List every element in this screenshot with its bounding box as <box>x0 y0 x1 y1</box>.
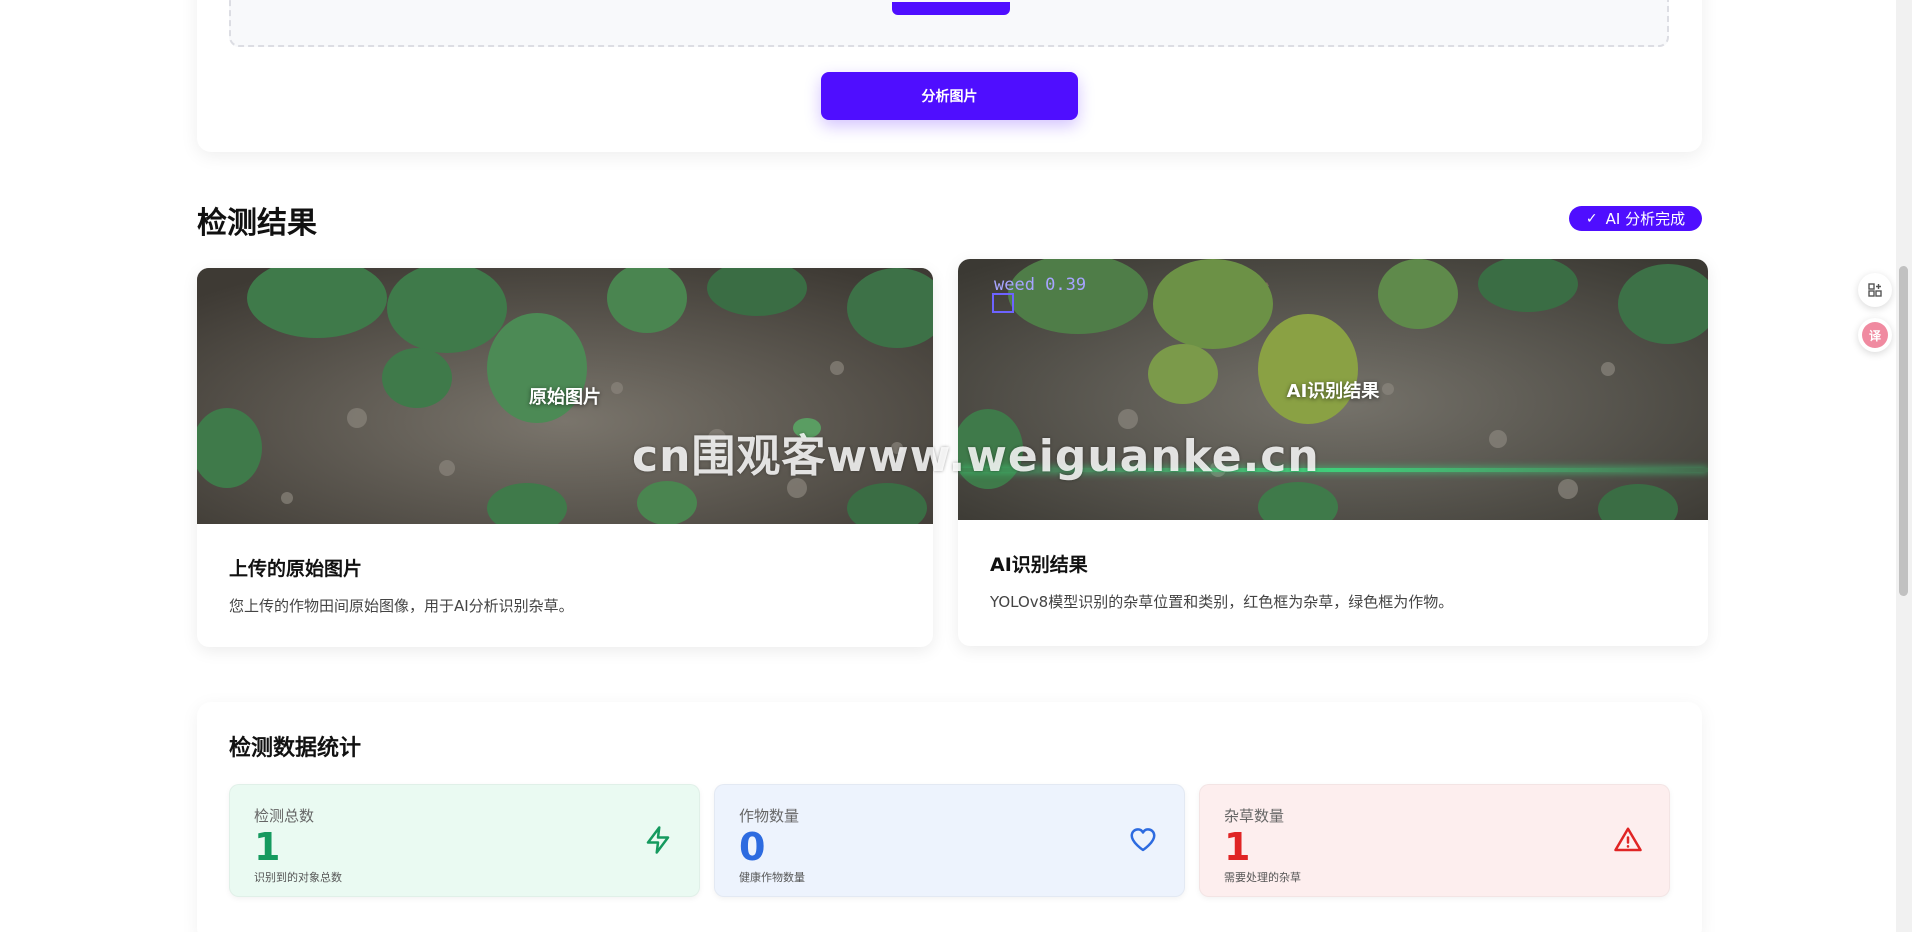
status-badge-label: AI 分析完成 <box>1605 210 1686 228</box>
apps-add-icon <box>1868 283 1882 297</box>
weed-detection-box <box>992 293 1014 313</box>
ai-card-title: AI识别结果 <box>990 554 1088 576</box>
stat-label: 检测总数 <box>254 807 315 825</box>
stat-label: 作物数量 <box>739 807 800 825</box>
translate-button[interactable]: 译 <box>1858 318 1892 352</box>
check-icon: ✓ <box>1585 210 1598 227</box>
results-title: 检测结果 <box>197 206 317 241</box>
translate-icon: 译 <box>1862 322 1888 348</box>
status-badge: ✓ AI 分析完成 <box>1569 206 1702 231</box>
heart-icon <box>1130 828 1156 852</box>
stat-subtext: 需要处理的杂草 <box>1224 871 1301 884</box>
watermark: cn围观客www.weiguanke.cn <box>632 431 1320 482</box>
stats-card: 检测数据统计 检测总数 1 识别到的对象总数 作物数量 0 健康作物数量 杂草数… <box>197 702 1702 932</box>
scrollbar[interactable] <box>1896 0 1912 932</box>
stat-value: 1 <box>1224 825 1251 869</box>
original-card-title: 上传的原始图片 <box>229 558 363 580</box>
stat-subtext: 识别到的对象总数 <box>254 871 342 884</box>
scrollbar-thumb[interactable] <box>1899 266 1908 596</box>
original-image-label: 原始图片 <box>529 387 601 408</box>
stats-title: 检测数据统计 <box>229 736 362 761</box>
stat-weed-count: 杂草数量 1 需要处理的杂草 <box>1199 784 1670 897</box>
choose-file-button[interactable] <box>892 2 1010 15</box>
stat-value: 0 <box>739 825 766 869</box>
ai-result-image-label: AI识别结果 <box>1286 380 1380 402</box>
page: 分析图片 检测结果 ✓ AI 分析完成 原始图片 上传的原始图片 您上传的作物田… <box>0 0 1912 932</box>
stat-label: 杂草数量 <box>1224 807 1285 825</box>
analyze-image-button[interactable]: 分析图片 <box>821 72 1078 120</box>
stat-total-detections: 检测总数 1 识别到的对象总数 <box>229 784 700 897</box>
stat-subtext: 健康作物数量 <box>739 871 805 884</box>
apps-button[interactable] <box>1858 273 1892 307</box>
ai-card-description: YOLOv8模型识别的杂草位置和类别，红色框为杂草，绿色框为作物。 <box>990 593 1454 611</box>
original-image: 原始图片 <box>197 268 933 524</box>
warning-icon <box>1614 827 1642 852</box>
zap-icon <box>646 826 670 854</box>
stat-crop-count: 作物数量 0 健康作物数量 <box>714 784 1185 897</box>
upload-card: 分析图片 <box>197 0 1702 152</box>
weed-detection-label: weed 0.39 <box>994 275 1087 295</box>
stat-value: 1 <box>254 825 281 869</box>
original-card-description: 您上传的作物田间原始图像，用于AI分析识别杂草。 <box>229 597 574 615</box>
upload-dropzone[interactable] <box>229 0 1669 47</box>
